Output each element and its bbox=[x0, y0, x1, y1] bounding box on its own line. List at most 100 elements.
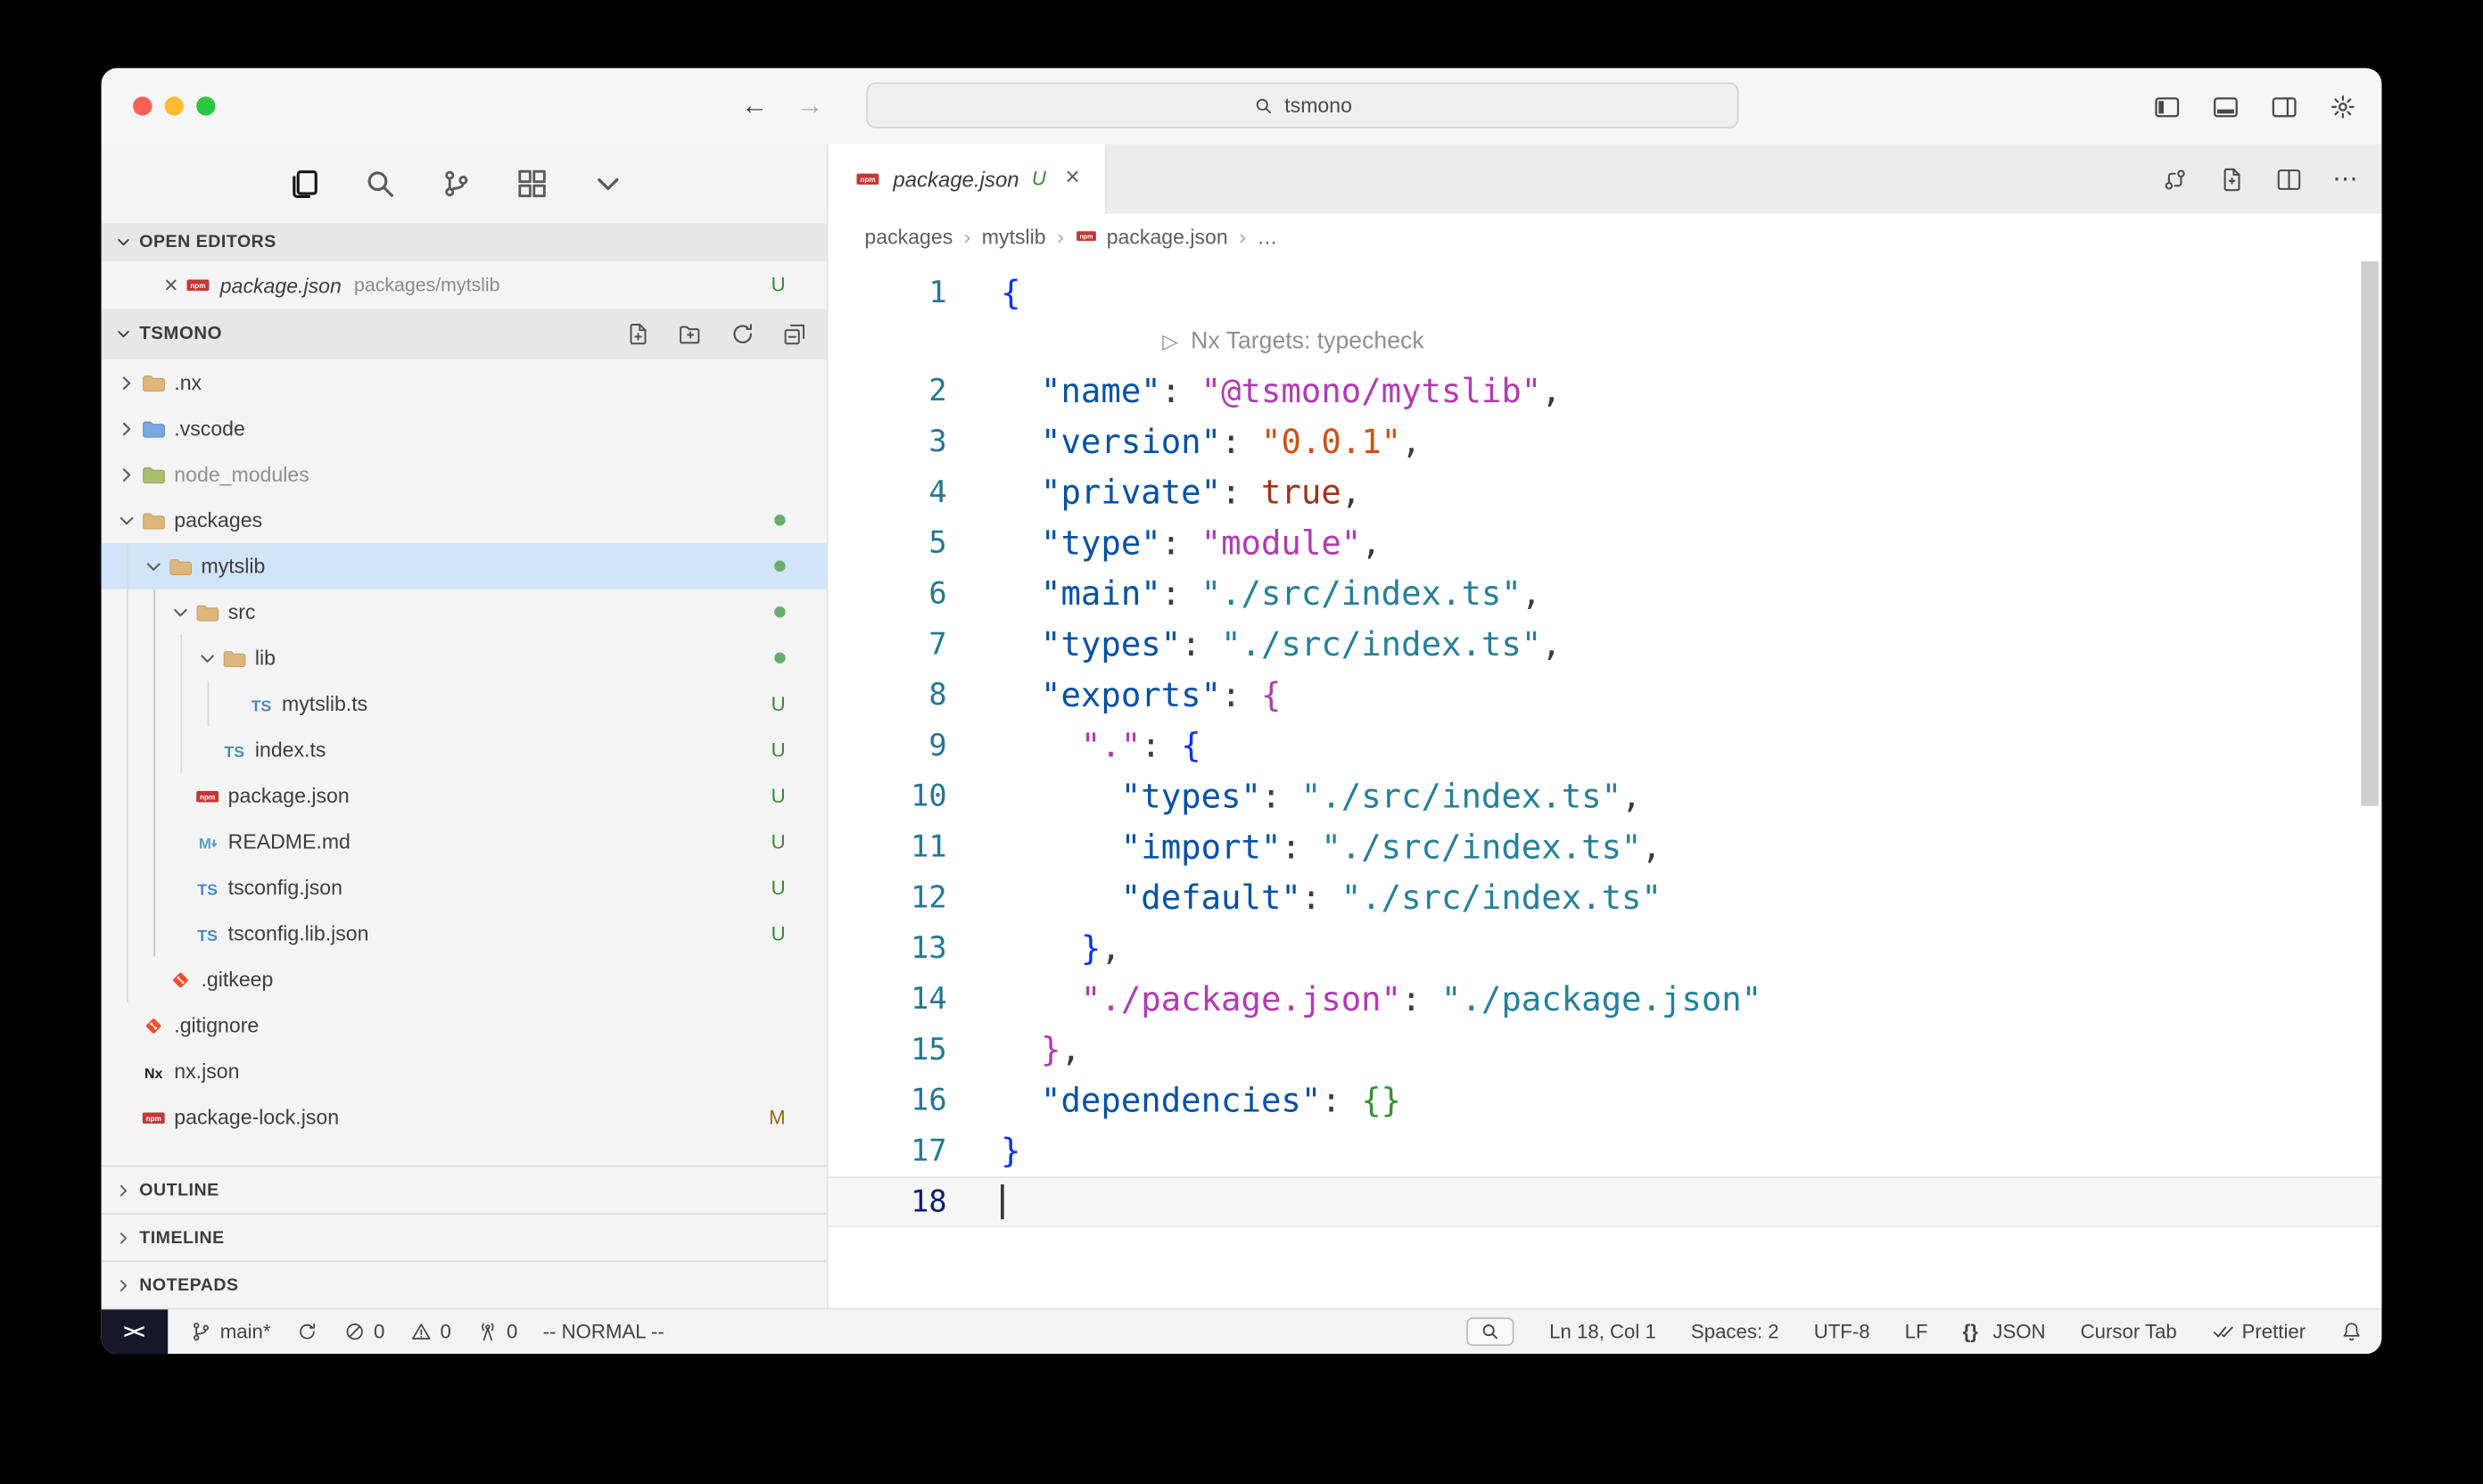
breadcrumb-item[interactable]: … bbox=[1257, 224, 1277, 248]
status-notifications[interactable] bbox=[2340, 1321, 2363, 1343]
tree-item-tsconfig.json[interactable]: TStsconfig.jsonU bbox=[102, 864, 827, 910]
code-line: 9 ".": { bbox=[829, 721, 2382, 771]
layout-sidebar-left-icon[interactable] bbox=[2154, 93, 2181, 120]
file-tree: .nx.vscodenode_modulespackages mytslib src… bbox=[102, 359, 827, 1140]
compare-changes-icon[interactable] bbox=[2162, 166, 2189, 193]
chevron-right-icon[interactable] bbox=[114, 370, 139, 395]
tree-item-.nx[interactable]: .nx bbox=[102, 359, 827, 405]
status-errors[interactable]: 0 bbox=[343, 1321, 384, 1343]
tree-item-package.json[interactable]: npmpackage.jsonU bbox=[102, 772, 827, 818]
collapse-all-icon[interactable] bbox=[782, 321, 807, 346]
tree-item-README.md[interactable]: MREADME.mdU bbox=[102, 819, 827, 864]
new-folder-icon[interactable] bbox=[678, 321, 703, 346]
status-right: Ln 18, Col 1 Spaces: 2 UTF-8 LF {}JSON Cursor… bbox=[1467, 1309, 2382, 1354]
explorer-header[interactable]: TSMONO bbox=[102, 309, 827, 359]
more-views-icon[interactable] bbox=[592, 168, 624, 200]
sidebar: OPEN EDITORS ×npmpackage.jsonpackages/my… bbox=[102, 144, 829, 1308]
extensions-icon[interactable] bbox=[516, 168, 549, 200]
close-window-button[interactable] bbox=[133, 96, 152, 115]
search-icon[interactable] bbox=[364, 168, 396, 200]
status-label: LF bbox=[1905, 1321, 1928, 1343]
settings-gear-icon[interactable] bbox=[2330, 93, 2356, 120]
status-eol[interactable]: LF bbox=[1905, 1321, 1928, 1343]
refresh-icon[interactable] bbox=[730, 321, 755, 346]
tree-item-tsconfig.lib.json[interactable]: TStsconfig.lib.jsonU bbox=[102, 911, 827, 956]
chevron-down-icon[interactable] bbox=[168, 599, 193, 624]
tree-item-.gitkeep[interactable]: .gitkeep bbox=[102, 956, 827, 1002]
tree-item-lib[interactable]: lib bbox=[102, 635, 827, 680]
close-tab-icon[interactable]: × bbox=[1065, 165, 1080, 194]
status-remote-indicator[interactable]: >< bbox=[102, 1309, 169, 1354]
status-label: main* bbox=[220, 1321, 271, 1343]
tree-item-mytslib[interactable]: mytslib bbox=[102, 543, 827, 589]
tree-item-nx.json[interactable]: Nxnx.json bbox=[102, 1048, 827, 1093]
tree-item-mytslib.ts[interactable]: TSmytslib.tsU bbox=[102, 680, 827, 726]
section-header-notepads[interactable]: NOTEPADS bbox=[102, 1260, 827, 1307]
command-center-search[interactable]: tsmono bbox=[866, 82, 1738, 128]
chevron-down-icon[interactable] bbox=[141, 554, 166, 579]
tree-item-packages[interactable]: packages bbox=[102, 498, 827, 543]
close-icon[interactable]: × bbox=[159, 271, 184, 298]
status-branch[interactable]: main* bbox=[190, 1321, 270, 1343]
code-line: 11 "import": "./src/index.ts", bbox=[829, 821, 2382, 872]
status-ports[interactable]: 0 bbox=[476, 1321, 517, 1343]
minimize-window-button[interactable] bbox=[165, 96, 184, 115]
chevron-right-icon[interactable] bbox=[114, 416, 139, 441]
breadcrumb-item[interactable]: mytslib bbox=[982, 224, 1046, 248]
new-file-icon[interactable] bbox=[625, 321, 650, 346]
layout-panel-bottom-icon[interactable] bbox=[2212, 93, 2239, 120]
breadcrumb-item[interactable]: npmpackage.json bbox=[1075, 224, 1228, 248]
tree-item-label: mytslib bbox=[201, 554, 265, 578]
status-language-mode[interactable]: {}JSON bbox=[1963, 1321, 2046, 1343]
status-warnings[interactable]: 0 bbox=[410, 1321, 451, 1343]
tree-item-.vscode[interactable]: .vscode bbox=[102, 406, 827, 451]
line-number: 6 bbox=[829, 568, 947, 619]
open-editors-header[interactable]: OPEN EDITORS bbox=[102, 223, 827, 261]
open-changes-icon[interactable] bbox=[2218, 166, 2245, 193]
forward-button[interactable]: → bbox=[796, 90, 823, 122]
tree-item-src[interactable]: src bbox=[102, 589, 827, 634]
tab-bar: npm package.json U × ⋯ bbox=[829, 144, 2382, 214]
token: "./package.json" bbox=[1441, 980, 1761, 1018]
breadcrumb-item[interactable]: packages bbox=[864, 224, 953, 248]
status-vim-mode[interactable]: -- NORMAL -- bbox=[543, 1321, 664, 1343]
token: : bbox=[1161, 524, 1201, 563]
scrollbar[interactable] bbox=[2361, 261, 2379, 806]
chevron-right-icon[interactable] bbox=[114, 462, 139, 487]
status-cursor-position[interactable]: Ln 18, Col 1 bbox=[1549, 1321, 1656, 1343]
status-zoom-indicator[interactable] bbox=[1467, 1317, 1514, 1346]
code-editor[interactable]: 1{▷Nx Targets: typecheck2 "name": "@tsmo… bbox=[829, 258, 2382, 1307]
section-header-timeline[interactable]: TIMELINE bbox=[102, 1213, 827, 1260]
line-number: 17 bbox=[829, 1125, 947, 1176]
chevron-down-icon[interactable] bbox=[194, 646, 219, 671]
status-sync[interactable] bbox=[296, 1321, 318, 1343]
tree-item-package-lock.json[interactable]: npmpackage-lock.jsonM bbox=[102, 1094, 827, 1140]
zoom-window-button[interactable] bbox=[196, 96, 215, 115]
status-formatter[interactable]: Prettier bbox=[2212, 1321, 2306, 1343]
token: } bbox=[1041, 1031, 1060, 1069]
explorer-title: TSMONO bbox=[139, 325, 222, 343]
tree-item-index.ts[interactable]: TSindex.tsU bbox=[102, 727, 827, 772]
explorer-icon[interactable] bbox=[288, 168, 320, 200]
tree-item-node_modules[interactable]: node_modules bbox=[102, 451, 827, 497]
more-actions-icon[interactable]: ⋯ bbox=[2332, 166, 2359, 193]
split-editor-icon[interactable] bbox=[2275, 166, 2302, 193]
status-cursor-tab[interactable]: Cursor Tab bbox=[2081, 1321, 2177, 1343]
token: , bbox=[1361, 524, 1381, 563]
status-encoding[interactable]: UTF-8 bbox=[1814, 1321, 1870, 1343]
typescript-icon: TS bbox=[194, 875, 220, 900]
status-indentation[interactable]: Spaces: 2 bbox=[1691, 1321, 1779, 1343]
twisty-spacer bbox=[168, 920, 193, 945]
back-button[interactable]: ← bbox=[741, 90, 768, 122]
source-control-icon[interactable] bbox=[441, 168, 473, 200]
chevron-down-icon[interactable] bbox=[114, 507, 139, 532]
tab-package-json[interactable]: npm package.json U × bbox=[829, 144, 1107, 214]
section-header-outline[interactable]: OUTLINE bbox=[102, 1166, 827, 1213]
line-number: 7 bbox=[829, 619, 947, 670]
tree-item-.gitignore[interactable]: .gitignore bbox=[102, 1002, 827, 1048]
open-editor-item[interactable]: ×npmpackage.jsonpackages/mytslibU bbox=[102, 261, 827, 309]
layout-sidebar-right-icon[interactable] bbox=[2271, 93, 2297, 120]
token bbox=[1001, 980, 1081, 1018]
codelens[interactable]: ▷Nx Targets: typecheck bbox=[947, 318, 1424, 366]
token bbox=[1001, 575, 1041, 614]
